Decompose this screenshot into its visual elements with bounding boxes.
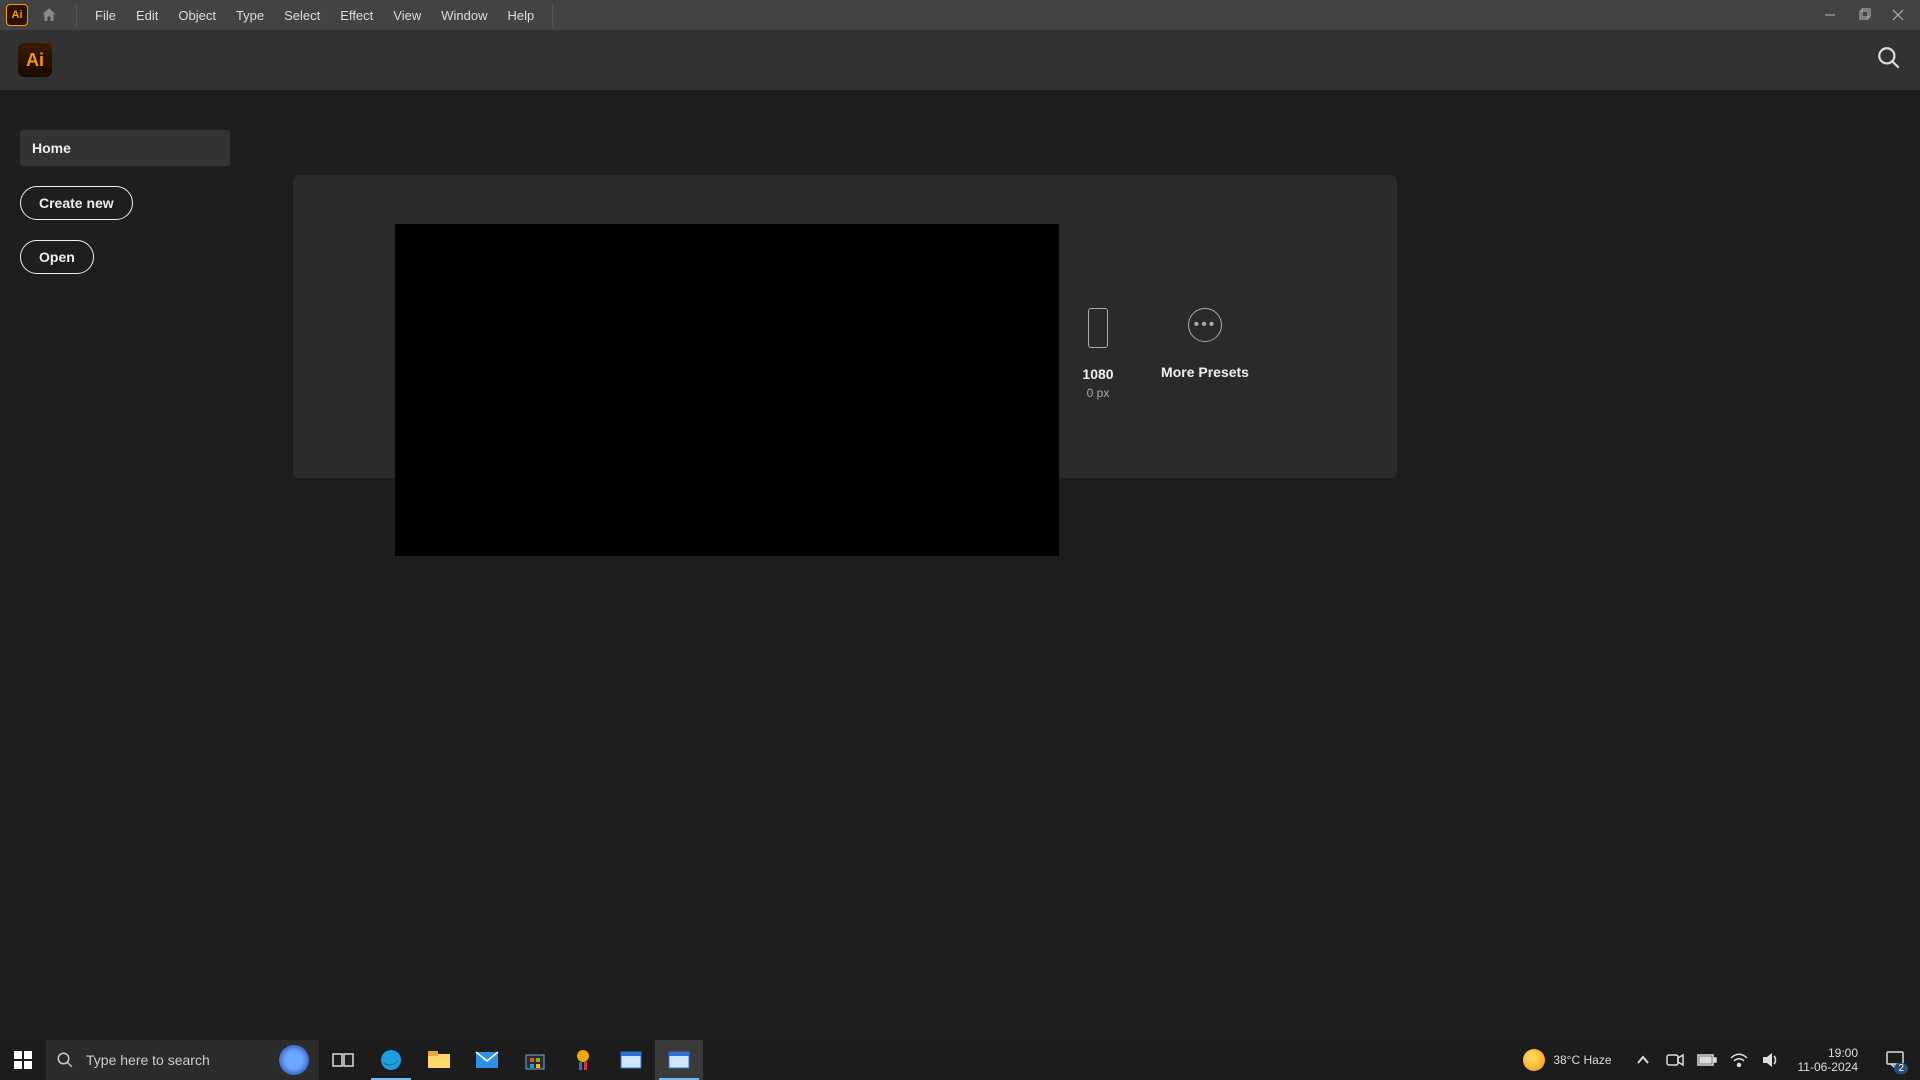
notifications-icon[interactable]: 2 [1874, 1040, 1916, 1080]
menu-effect[interactable]: Effect [330, 8, 383, 23]
menu-type[interactable]: Type [226, 8, 274, 23]
create-new-button[interactable]: Create new [20, 186, 133, 220]
document-icon [1088, 308, 1108, 348]
battery-icon[interactable] [1696, 1054, 1718, 1066]
search-icon[interactable] [1876, 45, 1902, 76]
weather-text: 38°C Haze [1553, 1053, 1611, 1067]
wifi-icon[interactable] [1728, 1053, 1750, 1067]
sidebar-item-home[interactable]: Home [20, 130, 230, 166]
start-button[interactable] [0, 1040, 46, 1080]
preset-more[interactable]: ••• More Presets [1140, 308, 1270, 380]
taskbar-clock[interactable]: 19:00 11-06-2024 [1792, 1046, 1865, 1075]
menu-separator [76, 4, 77, 26]
menu-view[interactable]: View [383, 8, 431, 23]
window-restore-icon[interactable] [1854, 5, 1874, 25]
mail-icon[interactable] [463, 1040, 511, 1080]
menu-help[interactable]: Help [497, 8, 544, 23]
cortana-icon [279, 1045, 309, 1075]
menu-window[interactable]: Window [431, 8, 497, 23]
illustrator-taskbar-icon[interactable] [655, 1040, 703, 1080]
window-app-icon[interactable] [607, 1040, 655, 1080]
search-icon [56, 1051, 74, 1069]
weather-widget[interactable]: 38°C Haze [1523, 1049, 1611, 1071]
taskbar-app-icons [319, 1040, 703, 1080]
content-area: Home Create new Open 1080 0 px ••• More … [0, 90, 1920, 1040]
header-bar: Ai [0, 30, 1920, 90]
preset-subtitle: 0 px [1053, 386, 1143, 400]
weather-icon [1523, 1049, 1545, 1071]
preset-title: More Presets [1140, 364, 1270, 380]
menu-file[interactable]: File [85, 8, 126, 23]
home-icon[interactable] [40, 6, 58, 24]
medal-app-icon[interactable] [559, 1040, 607, 1080]
window-minimize-icon[interactable] [1820, 5, 1840, 25]
more-icon: ••• [1188, 308, 1222, 342]
video-overlay [395, 224, 1059, 556]
tray-chevron-up-icon[interactable] [1632, 1053, 1654, 1067]
edge-icon[interactable] [367, 1040, 415, 1080]
file-explorer-icon[interactable] [415, 1040, 463, 1080]
volume-icon[interactable] [1760, 1052, 1782, 1068]
microsoft-store-icon[interactable] [511, 1040, 559, 1080]
app-badge-icon[interactable]: Ai [6, 4, 28, 26]
preset-hdtv-1080[interactable]: 1080 0 px [1053, 308, 1143, 400]
task-view-icon[interactable] [319, 1040, 367, 1080]
taskbar-right: 38°C Haze 19:00 11-06-2024 2 [1523, 1040, 1920, 1080]
open-button[interactable]: Open [20, 240, 94, 274]
menu-select[interactable]: Select [274, 8, 330, 23]
preset-title: 1080 [1053, 366, 1143, 382]
menu-bar: Ai File Edit Object Type Select Effect V… [0, 0, 1920, 30]
menu-object[interactable]: Object [168, 8, 226, 23]
menu-edit[interactable]: Edit [126, 8, 168, 23]
taskbar: Type here to search 38°C Haz [0, 1040, 1920, 1080]
meet-now-icon[interactable] [1664, 1053, 1686, 1067]
taskbar-search[interactable]: Type here to search [46, 1040, 319, 1080]
menu-separator [552, 4, 553, 26]
clock-time: 19:00 [1798, 1046, 1859, 1060]
window-close-icon[interactable] [1888, 5, 1908, 25]
search-placeholder: Type here to search [86, 1052, 210, 1068]
notification-badge: 2 [1894, 1063, 1908, 1074]
sidebar: Home Create new Open [20, 130, 230, 274]
clock-date: 11-06-2024 [1798, 1060, 1859, 1074]
app-logo-icon[interactable]: Ai [18, 43, 52, 77]
